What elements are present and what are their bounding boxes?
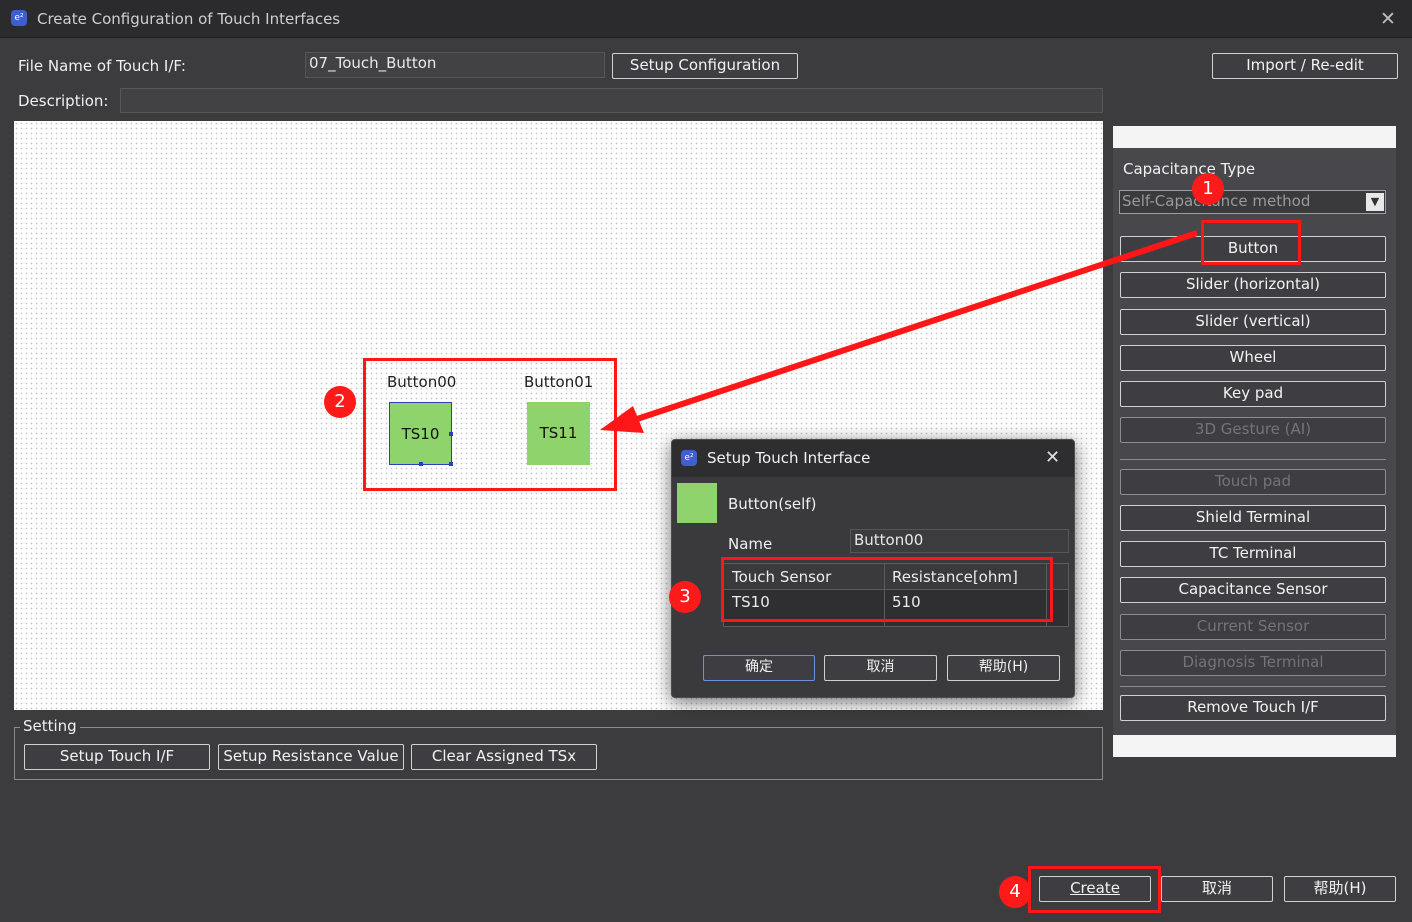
marker-4: 4 [999, 876, 1031, 908]
marker-2: 2 [324, 386, 356, 418]
arrow-line [633, 230, 1198, 423]
annotation-arrow [600, 230, 1198, 433]
marker-3: 3 [669, 581, 701, 613]
marker-1: 1 [1192, 173, 1224, 205]
arrow-head [600, 406, 644, 433]
